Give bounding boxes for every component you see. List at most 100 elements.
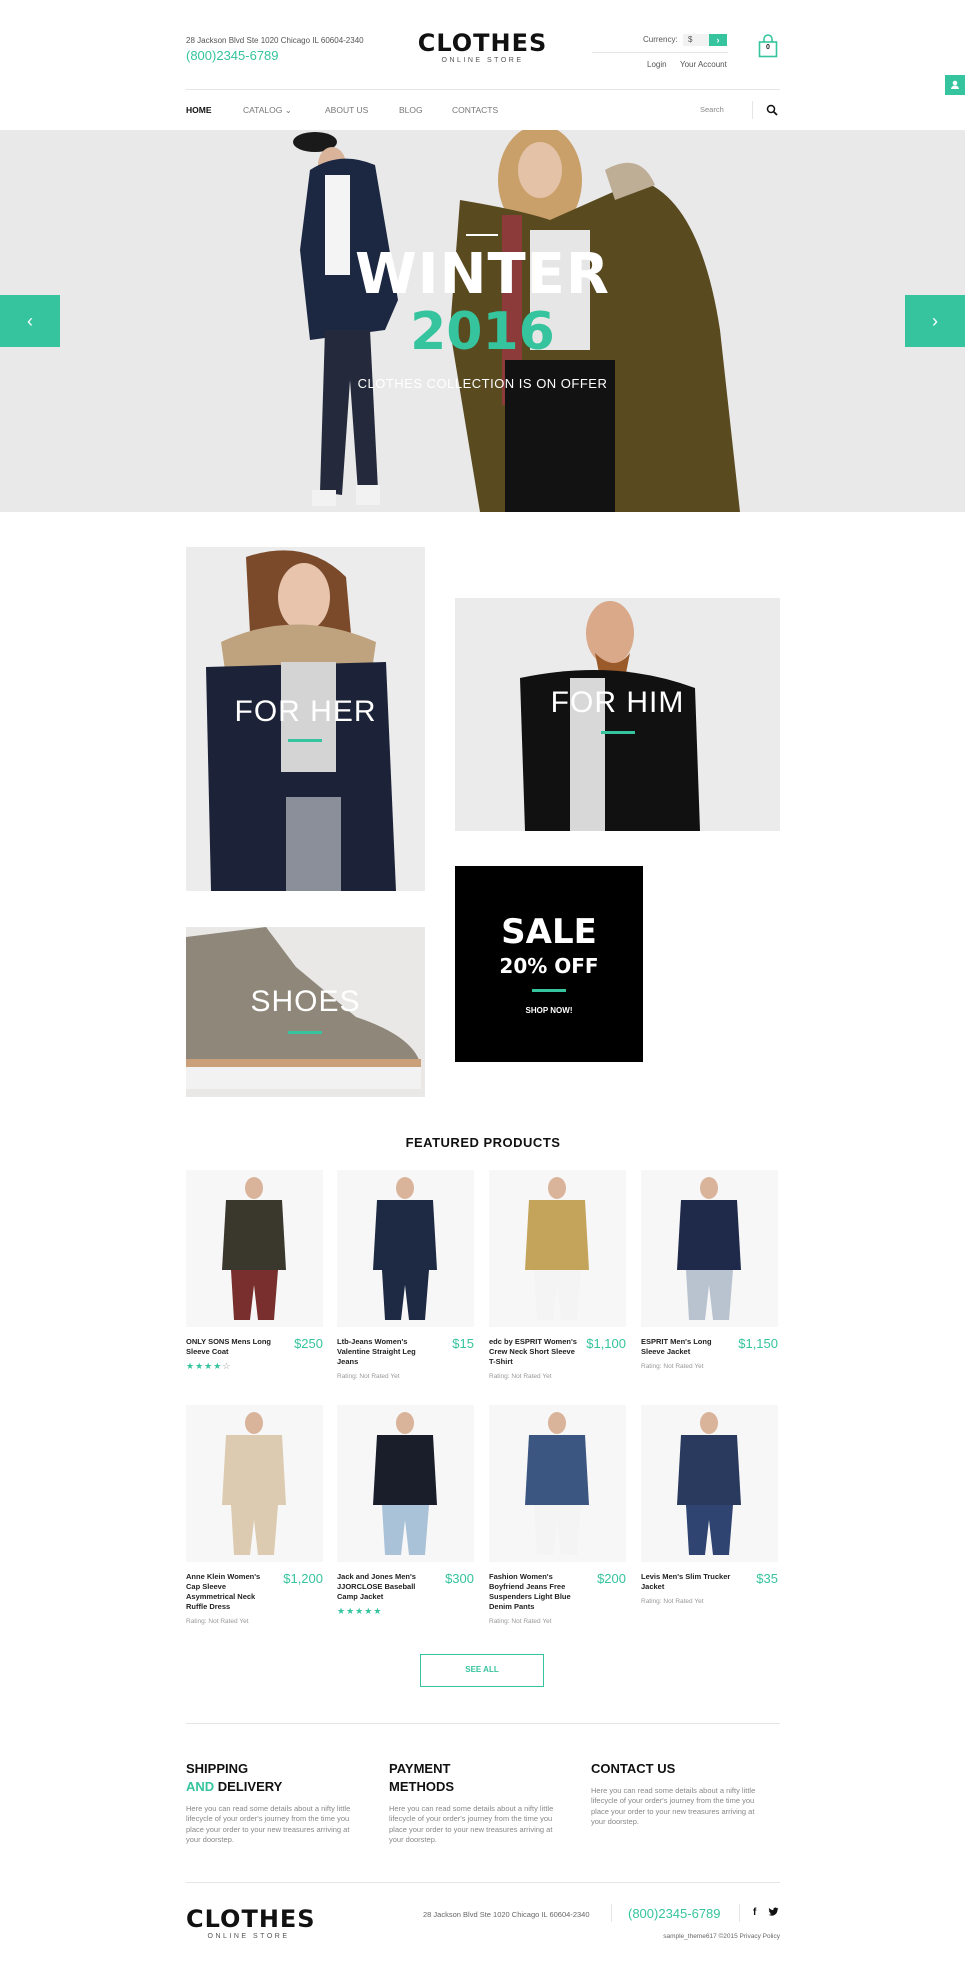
login-link[interactable]: Login	[647, 60, 667, 69]
product-price: $1,150	[738, 1336, 778, 1351]
info-shipping-text: Here you can read some details about a n…	[186, 1804, 351, 1844]
product-name[interactable]: Jack and Jones Men's JJORCLOSE Baseball …	[337, 1572, 427, 1602]
product-card[interactable]: Fashion Women's Boyfriend Jeans Free Sus…	[489, 1405, 626, 1625]
product-name[interactable]: Anne Klein Women's Cap Sleeve Asymmetric…	[186, 1572, 276, 1612]
product-rating: Rating: Not Rated Yet	[641, 1598, 704, 1605]
info-payment: PAYMENT METHODS Here you can read some d…	[389, 1760, 569, 1845]
header-phone[interactable]: (800)2345-6789	[186, 48, 279, 63]
nav-about-us[interactable]: ABOUT US	[325, 105, 368, 115]
product-image[interactable]	[489, 1170, 626, 1327]
logo-sub: ONLINE STORE	[441, 57, 524, 64]
product-name[interactable]: Fashion Women's Boyfriend Jeans Free Sus…	[489, 1572, 579, 1612]
info-shipping-title-accent: AND	[186, 1779, 215, 1794]
footer-phone[interactable]: (800)2345-6789	[628, 1906, 721, 1921]
product-image[interactable]	[641, 1405, 778, 1562]
info-payment-text: Here you can read some details about a n…	[389, 1804, 554, 1844]
currency-select[interactable]: $	[683, 34, 709, 46]
product-photo	[525, 1412, 589, 1555]
account-link[interactable]: Your Account	[680, 60, 727, 69]
info-shipping-title-rest: DELIVERY	[214, 1779, 283, 1794]
star-icon: ★	[346, 1606, 356, 1616]
product-image[interactable]	[186, 1170, 323, 1327]
header-divider-small	[592, 52, 728, 53]
sale-accent-bar	[532, 989, 566, 992]
footer-logo-sub: ONLINE STORE	[207, 1933, 290, 1940]
product-price: $1,100	[586, 1336, 626, 1351]
product-photo	[222, 1412, 286, 1555]
shoes-label: SHOES	[250, 985, 361, 1018]
twitter-icon[interactable]	[768, 1907, 779, 1917]
product-card[interactable]: Levis Men's Slim Trucker Jacket $35 Rating…	[641, 1405, 778, 1605]
footer-logo[interactable]: CLOTHES ONLINE STORE	[186, 1906, 315, 1940]
product-price: $15	[452, 1336, 474, 1351]
product-image[interactable]	[337, 1170, 474, 1327]
product-photo	[677, 1412, 741, 1555]
info-payment-title-line2: METHODS	[389, 1779, 454, 1794]
product-card[interactable]: Jack and Jones Men's JJORCLOSE Baseball …	[337, 1405, 474, 1616]
info-shipping: SHIPPING AND DELIVERY Here you can read …	[186, 1760, 366, 1845]
hero-title-line	[466, 234, 498, 236]
section-divider	[186, 1723, 780, 1724]
star-icon: ★	[337, 1606, 347, 1616]
hero-year: 2016	[410, 302, 555, 362]
side-login-tab[interactable]	[945, 75, 965, 95]
banner-shoes[interactable]: SHOES	[186, 927, 425, 1097]
currency-go-button[interactable]: ›	[709, 34, 727, 46]
product-image[interactable]	[641, 1170, 778, 1327]
product-image[interactable]	[337, 1405, 474, 1562]
search-input[interactable]: Search	[700, 105, 724, 114]
footer-address: 28 Jackson Blvd Ste 1020 Chicago IL 6060…	[423, 1910, 590, 1919]
hero-title: WINTER	[354, 242, 611, 307]
product-rating: Rating: Not Rated Yet	[641, 1363, 704, 1370]
user-icon	[951, 80, 959, 89]
product-card[interactable]: Anne Klein Women's Cap Sleeve Asymmetric…	[186, 1405, 323, 1625]
info-contact-text: Here you can read some details about a n…	[591, 1786, 756, 1826]
product-card[interactable]: ONLY SONS Mens Long Sleeve Coat $250 ★★★★☆	[186, 1170, 323, 1371]
info-contact-title: CONTACT US	[591, 1761, 676, 1776]
hero-slider[interactable]: WINTER 2016 CLOTHES COLLECTION IS ON OFF…	[0, 130, 965, 512]
nav-catalog[interactable]: CATALOG ⌄	[243, 105, 292, 116]
banner-for-him[interactable]: FOR HIM	[455, 598, 780, 831]
product-name[interactable]: edc by ESPRIT Women's Crew Neck Short Sl…	[489, 1337, 579, 1367]
slider-prev-button[interactable]: ‹	[0, 295, 60, 347]
product-image[interactable]	[186, 1405, 323, 1562]
star-icon: ☆	[222, 1361, 232, 1371]
product-rating: Rating: Not Rated Yet	[186, 1618, 249, 1625]
shop-now-link[interactable]: SHOP NOW!	[455, 1006, 643, 1015]
star-icon: ★	[195, 1361, 205, 1371]
banner-for-her[interactable]: FOR HER	[186, 547, 425, 891]
banner-sale[interactable]: SALE 20% OFF SHOP NOW!	[455, 866, 643, 1062]
see-all-button[interactable]: SEE ALL	[420, 1654, 544, 1687]
nav-blog[interactable]: BLOG	[399, 105, 423, 115]
product-card[interactable]: edc by ESPRIT Women's Crew Neck Short Sl…	[489, 1170, 626, 1380]
slider-next-button[interactable]: ›	[905, 295, 965, 347]
sale-subtitle: 20% OFF	[499, 954, 599, 978]
product-card[interactable]: ESPRIT Men's Long Sleeve Jacket $1,150 Rat…	[641, 1170, 778, 1370]
for-her-accent-bar	[288, 739, 322, 742]
nav-contacts[interactable]: CONTACTS	[452, 105, 498, 115]
product-card[interactable]: Ltb-Jeans Women's Valentine Straight Leg…	[337, 1170, 474, 1380]
star-icon: ★	[355, 1606, 365, 1616]
product-name[interactable]: ONLY SONS Mens Long Sleeve Coat	[186, 1337, 276, 1357]
search-icon[interactable]	[766, 104, 778, 116]
star-icon: ★	[364, 1606, 374, 1616]
star-icon: ★	[186, 1361, 196, 1371]
logo[interactable]: CLOTHES ONLINE STORE	[410, 30, 555, 64]
cart-button[interactable]: 0	[758, 34, 778, 58]
nav-home[interactable]: HOME	[186, 105, 212, 115]
product-name[interactable]: ESPRIT Men's Long Sleeve Jacket	[641, 1337, 731, 1357]
product-price: $1,200	[283, 1571, 323, 1586]
product-photo	[677, 1177, 741, 1320]
facebook-icon[interactable]: f	[753, 1907, 756, 1918]
for-him-accent-bar	[601, 731, 635, 734]
product-image[interactable]	[489, 1405, 626, 1562]
product-photo	[222, 1177, 286, 1320]
product-name[interactable]: Ltb-Jeans Women's Valentine Straight Leg…	[337, 1337, 427, 1367]
info-shipping-title-line1: SHIPPING	[186, 1761, 249, 1776]
chevron-right-icon: ›	[932, 311, 938, 331]
product-photo	[525, 1177, 589, 1320]
product-name[interactable]: Levis Men's Slim Trucker Jacket	[641, 1572, 731, 1592]
product-photo	[373, 1177, 437, 1320]
search-separator	[752, 101, 753, 119]
product-rating: Rating: Not Rated Yet	[489, 1618, 552, 1625]
